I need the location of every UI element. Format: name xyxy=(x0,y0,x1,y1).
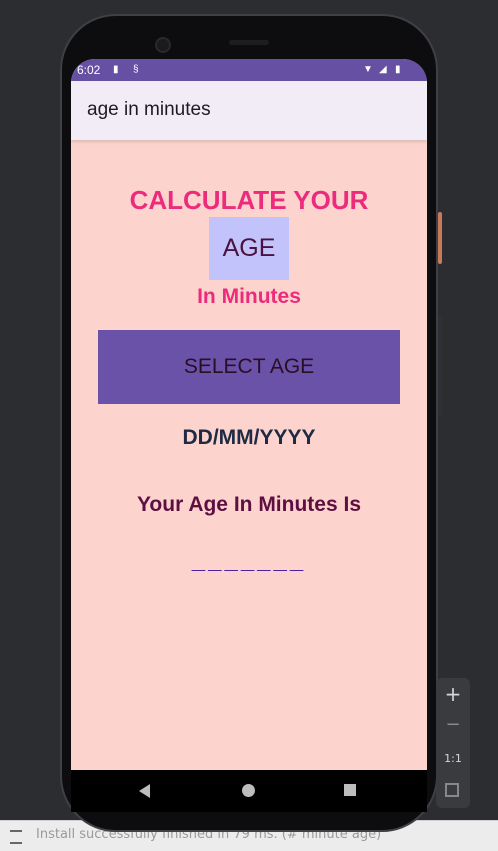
home-icon[interactable] xyxy=(242,784,255,797)
app-title: age in minutes xyxy=(87,99,211,120)
result-value: _______ xyxy=(191,547,307,574)
heading-calculate-your: CALCULATE YOUR xyxy=(129,185,369,215)
status-bar: 6:02 ▮ § ▼ ◢ ▮ xyxy=(71,59,427,81)
result-label: Your Age In Minutes Is xyxy=(136,493,362,516)
earpiece-speaker xyxy=(229,40,269,45)
heading-in-minutes: In Minutes xyxy=(197,285,301,308)
signal-icon: ◢ xyxy=(379,64,387,75)
sim-icon: ▮ xyxy=(113,64,119,75)
status-time: 6:02 xyxy=(77,63,101,77)
heading-age: AGE xyxy=(209,217,289,280)
front-camera-icon xyxy=(155,37,171,53)
emulator-zoom-panel: + − 1:1 xyxy=(436,678,470,808)
volume-button[interactable] xyxy=(438,316,442,416)
zoom-fit-icon[interactable] xyxy=(445,783,459,797)
device-screen: 6:02 ▮ § ▼ ◢ ▮ age in minutes CALCULATE … xyxy=(71,59,427,770)
select-age-button[interactable]: SELECT AGE xyxy=(98,330,400,404)
power-button[interactable] xyxy=(438,212,442,264)
sync-icon: § xyxy=(133,64,139,75)
zoom-out-button[interactable]: − xyxy=(436,714,470,735)
navigation-bar xyxy=(71,770,427,812)
actual-size-button[interactable]: 1:1 xyxy=(436,752,470,765)
selected-date-text: DD/MM/YYYY xyxy=(182,426,316,449)
event-log-icon[interactable] xyxy=(10,830,22,844)
zoom-in-button[interactable]: + xyxy=(436,682,470,706)
recents-icon[interactable] xyxy=(344,784,356,796)
wifi-icon: ▼ xyxy=(363,64,373,75)
battery-icon: ▮ xyxy=(395,64,401,75)
back-icon[interactable] xyxy=(139,784,150,798)
app-bar: age in minutes xyxy=(71,81,427,140)
